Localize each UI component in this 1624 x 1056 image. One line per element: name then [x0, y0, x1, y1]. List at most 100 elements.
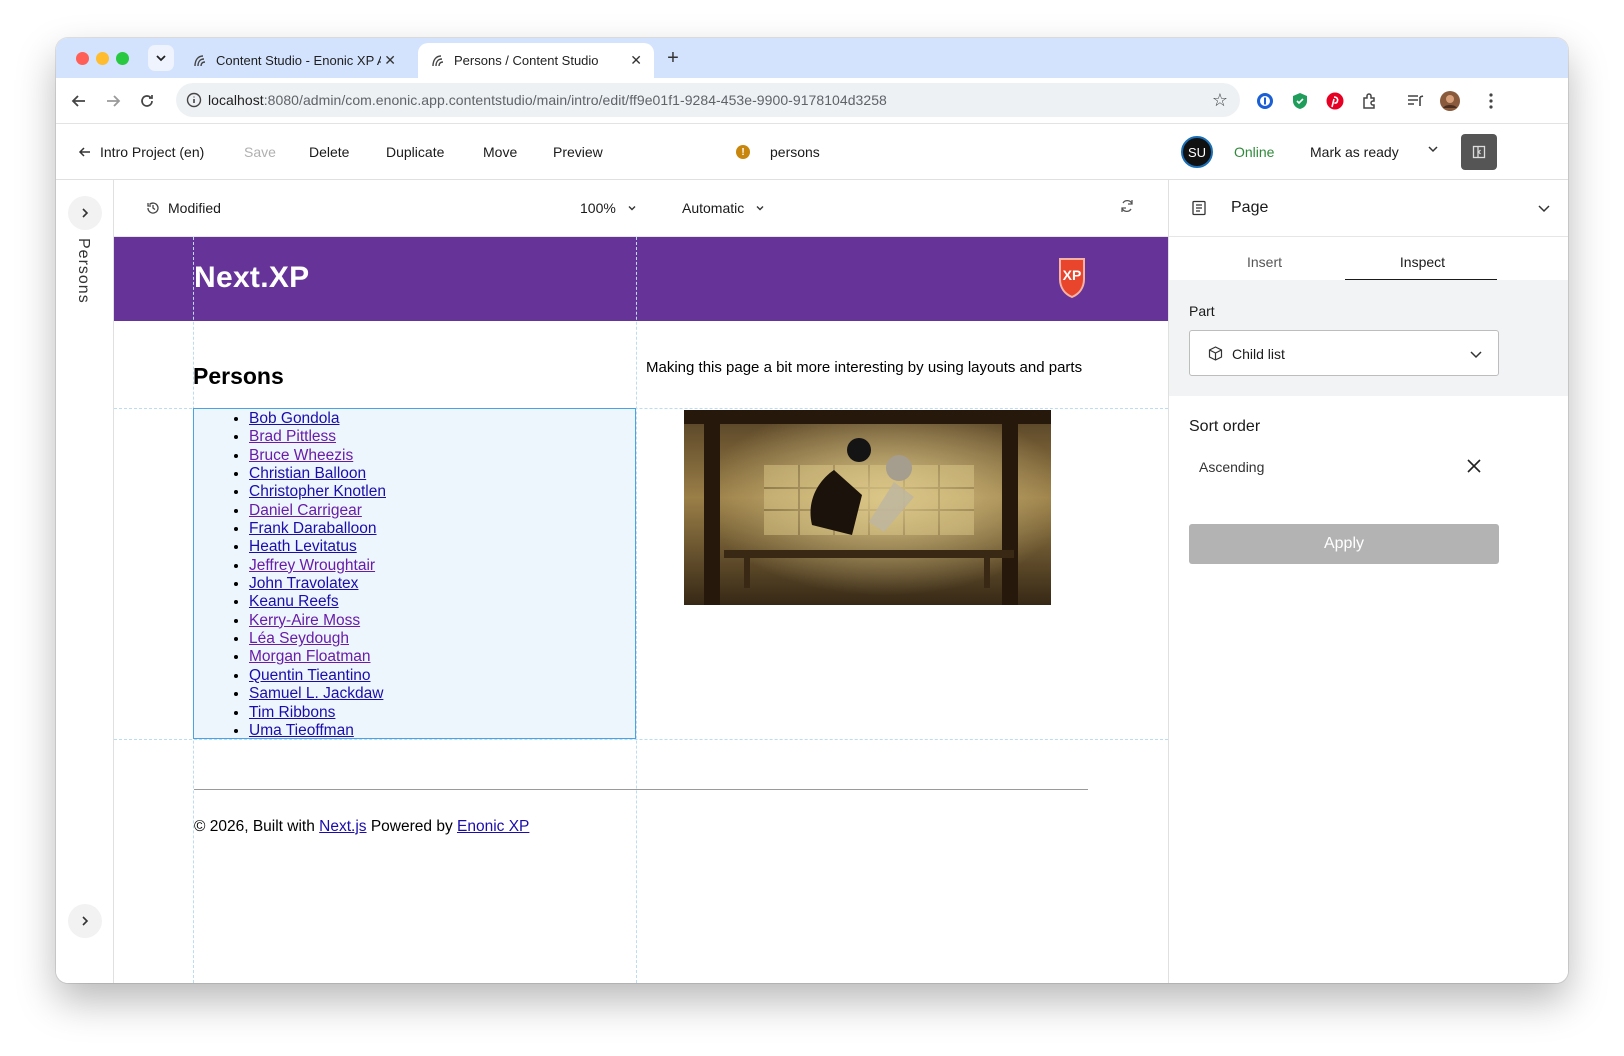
person-link[interactable]: Brad Pittless: [249, 428, 336, 445]
tab-insert[interactable]: Insert: [1187, 254, 1342, 270]
person-link[interactable]: Christopher Knotlen: [249, 483, 386, 500]
context-tabs: Insert Inspect: [1187, 246, 1500, 281]
pinterest-icon[interactable]: [1324, 90, 1346, 112]
part-value: Child list: [1232, 346, 1285, 362]
person-link[interactable]: Bruce Wheezis: [249, 447, 353, 464]
tab-close-icon[interactable]: ✕: [384, 52, 396, 69]
sort-order-value[interactable]: Ascending: [1199, 459, 1264, 475]
tab-inspect[interactable]: Inspect: [1345, 254, 1500, 270]
browser-tab-content-studio[interactable]: Content Studio - Enonic XP Admin ✕: [180, 43, 408, 78]
device-select[interactable]: Automatic: [682, 200, 766, 216]
person-link[interactable]: Quentin Tieantino: [249, 667, 371, 684]
person-link[interactable]: Léa Seydough: [249, 630, 349, 647]
part-select[interactable]: Child list: [1189, 330, 1499, 376]
forward-button[interactable]: [102, 90, 124, 112]
bookmark-star-icon[interactable]: ☆: [1212, 90, 1228, 111]
browser-menu-icon[interactable]: [1480, 90, 1502, 112]
close-window-button[interactable]: [76, 52, 89, 65]
url-text[interactable]: localhost:8080/admin/com.enonic.app.cont…: [208, 92, 887, 108]
list-item: Samuel L. Jackdaw: [249, 685, 635, 703]
device-value: Automatic: [682, 200, 745, 216]
back-button[interactable]: [68, 90, 90, 112]
tab-search-button[interactable]: [148, 45, 174, 71]
duplicate-button[interactable]: Duplicate: [386, 144, 444, 160]
warning-icon: !: [736, 145, 750, 159]
address-bar[interactable]: localhost:8080/admin/com.enonic.app.cont…: [176, 83, 1240, 117]
xp-badge-text: XP: [1063, 267, 1082, 283]
save-button[interactable]: Save: [244, 144, 276, 160]
maximize-window-button[interactable]: [116, 52, 129, 65]
person-link[interactable]: Christian Balloon: [249, 465, 366, 482]
person-link[interactable]: Morgan Floatman: [249, 648, 370, 665]
list-item: Daniel Carrigear: [249, 502, 635, 520]
footer-prefix: © 2026, Built with: [194, 818, 320, 835]
expand-bottom-panel-button[interactable]: [68, 904, 102, 938]
cube-icon: [1208, 346, 1223, 361]
nextjs-link[interactable]: Next.js: [319, 818, 366, 835]
person-link[interactable]: Bob Gondola: [249, 410, 340, 427]
chevron-down-icon[interactable]: [1536, 200, 1552, 216]
reload-button[interactable]: [136, 90, 158, 112]
child-list-part[interactable]: Bob GondolaBrad PittlessBruce WheezisChr…: [193, 408, 636, 739]
workflow-dropdown-button[interactable]: [1426, 142, 1440, 159]
tab-close-icon[interactable]: ✕: [630, 52, 642, 69]
apply-button[interactable]: Apply: [1189, 524, 1499, 564]
part-label: Part: [1189, 303, 1215, 319]
list-item: Christopher Knotlen: [249, 483, 635, 501]
chevron-down-icon: [1428, 146, 1438, 153]
chevron-down-icon: [628, 206, 636, 211]
password-manager-icon[interactable]: [1254, 90, 1276, 112]
new-tab-button[interactable]: +: [662, 47, 684, 70]
back-to-project-button[interactable]: Intro Project (en): [78, 144, 204, 160]
browser-window: Content Studio - Enonic XP Admin ✕ Perso…: [56, 38, 1568, 983]
context-panel-header[interactable]: Page: [1169, 180, 1568, 237]
person-link[interactable]: Kerry-Aire Moss: [249, 612, 360, 629]
zoom-select[interactable]: 100%: [580, 200, 638, 216]
arrow-left-icon: [71, 95, 85, 107]
browser-tab-persons[interactable]: Persons / Content Studio ✕: [418, 43, 654, 78]
refresh-preview-button[interactable]: [1119, 198, 1135, 217]
list-item: Morgan Floatman: [249, 648, 635, 666]
list-item: Kerry-Aire Moss: [249, 612, 635, 630]
person-link[interactable]: Jeffrey Wroughtair: [249, 557, 375, 574]
enonic-favicon-icon: [194, 54, 206, 66]
context-panel-title: Page: [1231, 199, 1269, 216]
person-link[interactable]: Samuel L. Jackdaw: [249, 685, 383, 702]
reload-icon: [141, 95, 153, 107]
preview-button[interactable]: Preview: [553, 144, 603, 160]
person-link[interactable]: Tim Ribbons: [249, 704, 335, 721]
person-link[interactable]: Frank Daraballoon: [249, 520, 377, 537]
media-controls-icon[interactable]: [1404, 90, 1426, 112]
clear-sort-icon[interactable]: [1465, 457, 1483, 475]
toggle-context-panel-button[interactable]: [1461, 134, 1497, 170]
modified-status: Modified: [146, 200, 221, 216]
person-link[interactable]: John Travolatex: [249, 575, 358, 592]
person-link[interactable]: Keanu Reefs: [249, 593, 339, 610]
shield-extension-icon[interactable]: [1289, 90, 1311, 112]
person-link[interactable]: Daniel Carrigear: [249, 502, 362, 519]
person-link[interactable]: Uma Tieoffman: [249, 722, 354, 739]
minimize-window-button[interactable]: [96, 52, 109, 65]
delete-button[interactable]: Delete: [309, 144, 349, 160]
enonic-favicon-icon: [432, 54, 444, 66]
person-link[interactable]: Heath Levitatus: [249, 538, 357, 555]
zoom-value: 100%: [580, 200, 616, 216]
list-item: Jeffrey Wroughtair: [249, 557, 635, 575]
tab-title: Content Studio - Enonic XP Admin: [216, 53, 381, 68]
extensions-puzzle-icon[interactable]: [1359, 90, 1381, 112]
site-brand[interactable]: Next.XP: [194, 261, 309, 295]
page-icon: [1192, 200, 1206, 216]
user-avatar[interactable]: SU: [1181, 136, 1213, 168]
url-host: localhost: [208, 92, 264, 108]
refresh-icon: [1121, 199, 1133, 213]
footer-divider: [194, 789, 1088, 790]
enonic-xp-link[interactable]: Enonic XP: [457, 818, 529, 835]
expand-content-panel-button[interactable]: [68, 196, 102, 230]
mark-as-ready-button[interactable]: Mark as ready: [1310, 144, 1399, 160]
profile-avatar-icon[interactable]: [1439, 90, 1461, 112]
page-editor: Modified 100% Automatic Next.XP XP Perso…: [114, 180, 1168, 983]
footer-middle: Powered by: [366, 818, 457, 835]
list-item: Heath Levitatus: [249, 538, 635, 556]
site-info-icon[interactable]: [186, 92, 202, 108]
move-button[interactable]: Move: [483, 144, 517, 160]
